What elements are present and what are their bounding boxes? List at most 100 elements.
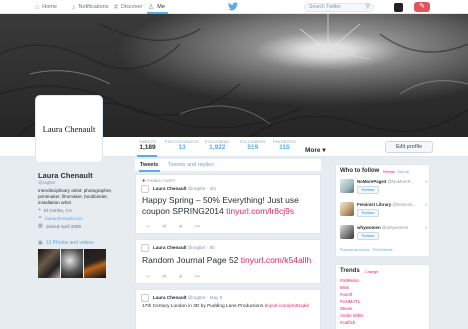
search-icon[interactable]: ⚲: [366, 4, 370, 11]
suggestion-display-name: whywomen: [357, 225, 381, 230]
search-input[interactable]: Search Twitter ⚲: [304, 3, 374, 12]
profile-handle[interactable]: @ragtter: [38, 180, 56, 185]
tweet-author[interactable]: Laura Chenault: [153, 295, 186, 300]
tweet-header: Laura Chenault @ragtter · May 6: [153, 295, 222, 300]
suggestion-handle: @whywomen: [381, 225, 409, 230]
view-all-link[interactable]: View all: [397, 170, 409, 174]
stat-photos[interactable]: PHOTOS/VIDEOS 13: [165, 140, 199, 151]
profile-website[interactable]: ⚭ laurachenault.com: [38, 215, 83, 221]
stat-following[interactable]: FOLLOWING 1,922: [205, 140, 230, 151]
hashtag-icon: #: [114, 3, 118, 11]
suggestion-item: whywomen @whywomen Follow ✕: [340, 225, 428, 247]
person-icon: ♙: [148, 4, 155, 11]
trend-item[interactable]: Stevie: [340, 306, 352, 311]
profile-location: ⌖ El Cerrito, CA: [38, 207, 72, 213]
stat-followers[interactable]: FOLLOWERS 519: [240, 140, 266, 151]
tweet-text-content: 17th Century London in 3D by Pudding Lan…: [142, 304, 264, 309]
stat-following-value: 1,922: [209, 144, 226, 151]
suggestion-avatar[interactable]: [340, 225, 354, 239]
bell-icon: ♪: [72, 3, 76, 11]
trend-item[interactable]: #UHMATL: [340, 299, 360, 304]
suggestion-avatar[interactable]: [340, 202, 354, 216]
pinned-label: ✚ PINNED TWEET: [142, 178, 176, 183]
nav-me[interactable]: ♙ Me: [148, 2, 165, 12]
suggestion-handle: @feminist...: [392, 202, 416, 207]
nav-discover-label: Discover: [120, 4, 143, 10]
nav-discover[interactable]: # Discover: [114, 2, 142, 12]
stat-favorites[interactable]: FAVORITES 115: [273, 140, 296, 151]
tweet-avatar[interactable]: [141, 244, 149, 252]
stat-favorites-value: 115: [279, 144, 290, 151]
photos-videos-link[interactable]: ▣ 13 Photos and videos: [38, 240, 94, 246]
trends-panel: Trends Change #IHMelon Mimi #oomf #UHMAT…: [335, 264, 430, 329]
tweet-header: Laura Chenault @ragtter · 8h: [153, 245, 215, 250]
tweet-header: Laura Chenault @ragtter · 4m: [153, 186, 216, 191]
who-to-follow-footer[interactable]: Popular accounts · Find friends: [340, 248, 393, 252]
suggestion-avatar[interactable]: [340, 179, 354, 193]
reply-icon[interactable]: ↩: [146, 224, 150, 230]
location-text: El Cerrito, CA: [43, 207, 72, 213]
tweet-avatar[interactable]: [141, 185, 149, 193]
tweet-card[interactable]: ✚ PINNED TWEET Laura Chenault @ragtter ·…: [135, 174, 321, 234]
stat-tweets[interactable]: TWEETS 1,189: [139, 140, 156, 151]
trend-item[interactable]: #catfish: [340, 320, 355, 325]
tweet-avatar[interactable]: [141, 294, 149, 302]
twitter-bird-icon[interactable]: [228, 2, 238, 13]
nav-home[interactable]: ⌂ Home: [35, 2, 57, 12]
dismiss-icon[interactable]: ✕: [425, 179, 428, 184]
nav-notifications-label: Notifications: [78, 4, 109, 10]
dismiss-icon[interactable]: ✕: [425, 225, 428, 230]
nav-notifications[interactable]: ♪ Notifications: [72, 2, 108, 12]
favorite-icon[interactable]: ★: [178, 274, 182, 280]
follow-button[interactable]: Follow: [357, 232, 379, 240]
who-to-follow-title: Who to follow: [340, 168, 380, 174]
top-navigation: ⌂ Home ♪ Notifications # Discover ♙ Me S…: [0, 0, 468, 14]
photo-thumbnail[interactable]: [84, 249, 106, 278]
edit-profile-button[interactable]: Edit profile: [385, 141, 433, 153]
tweet-meta: @ragtter · May 6: [187, 295, 223, 300]
follow-button[interactable]: Follow: [357, 186, 379, 194]
tweet-link[interactable]: tinyurl.com/k54allh: [241, 255, 311, 265]
link-icon: ⚭: [38, 215, 43, 221]
tab-tweets[interactable]: Tweets: [140, 162, 158, 168]
more-icon[interactable]: •••: [195, 224, 200, 230]
trend-item[interactable]: Mimi: [340, 285, 349, 290]
trends-change-link[interactable]: Change: [365, 270, 378, 274]
tweet-author[interactable]: Laura Chenault: [153, 245, 186, 250]
suggestion-name[interactable]: Feminist Library @feminist...: [357, 202, 416, 207]
more-icon[interactable]: •••: [195, 274, 200, 280]
profile-avatar[interactable]: Laura Chenault: [36, 96, 102, 162]
tab-tweets-replies[interactable]: Tweets and replies: [168, 162, 214, 168]
tweet-card[interactable]: Laura Chenault @ragtter · 8h Random Jour…: [135, 239, 321, 284]
tweet-meta: @ragtter · 8h: [187, 245, 215, 250]
compose-tweet-button[interactable]: ✎: [414, 2, 430, 12]
reply-icon[interactable]: ↩: [146, 274, 150, 280]
follow-button[interactable]: Follow: [357, 209, 379, 217]
photo-thumbnail[interactable]: [38, 249, 60, 278]
more-menu-button[interactable]: More ▾: [305, 146, 326, 154]
website-text[interactable]: laurachenault.com: [45, 216, 83, 221]
tweet-card[interactable]: Laura Chenault @ragtter · May 6 17th Cen…: [135, 289, 321, 329]
trend-item[interactable]: #IHMelon: [340, 278, 359, 283]
account-avatar[interactable]: [394, 3, 403, 12]
suggestion-handle: @NoMoreP...: [387, 179, 414, 184]
stat-photos-value: 13: [178, 144, 186, 151]
tweet-author[interactable]: Laura Chenault: [153, 186, 186, 191]
suggestion-item: Feminist Library @feminist... Follow ✕: [340, 202, 428, 224]
tweet-meta: @ragtter · 4m: [187, 186, 217, 191]
dismiss-icon[interactable]: ✕: [425, 202, 428, 207]
tweet-link[interactable]: tinyurl.com/lr8cj9s: [226, 206, 294, 216]
trend-item[interactable]: #oomf: [340, 292, 352, 297]
suggestion-name[interactable]: whywomen @whywomen: [357, 225, 408, 230]
suggestion-name[interactable]: NoMorePage3 @NoMoreP...: [357, 179, 414, 184]
trend-item[interactable]: Andre Miller: [340, 313, 363, 318]
profile-name: Laura Chenault: [38, 171, 93, 180]
retweet-icon[interactable]: ⇄: [162, 274, 166, 280]
retweet-icon[interactable]: ⇄: [162, 224, 166, 230]
tweet-text-content: Random Journal Page 52: [142, 255, 239, 265]
refresh-link[interactable]: Refresh: [383, 170, 395, 174]
favorite-icon[interactable]: ★: [178, 224, 182, 230]
tweet-link[interactable]: tinyurl.com/pm6zqkd: [265, 304, 309, 309]
home-icon: ⌂: [35, 3, 40, 11]
photo-thumbnail[interactable]: [61, 249, 83, 278]
